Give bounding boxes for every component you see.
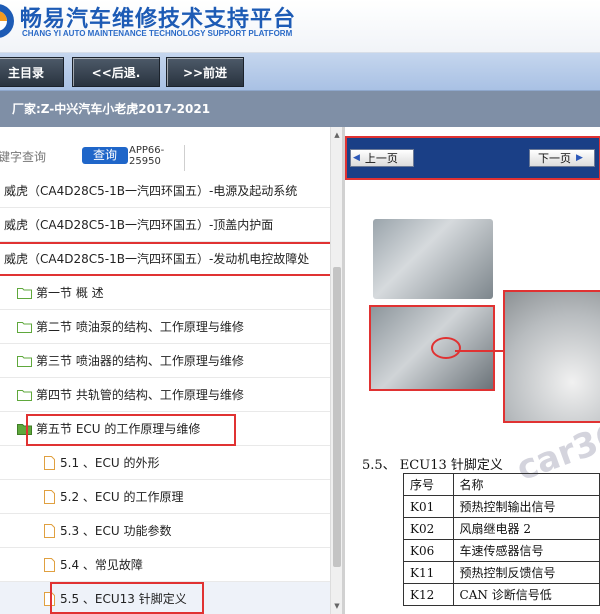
- tree-item-label: 第二节 喷油泵的结构、工作原理与维修: [36, 320, 244, 334]
- tree-page-3[interactable]: 5.3 、ECU 功能参数: [0, 514, 330, 548]
- page-navigation: ◀ 上一页 下一页 ▶: [346, 137, 600, 179]
- manufacturer-label: 厂家:Z-中兴汽车小老虎2017-2021: [12, 102, 211, 116]
- tree-folder-3[interactable]: 第三节 喷油器的结构、工作原理与维修: [0, 344, 330, 378]
- tree-folder-5[interactable]: 第五节 ECU 的工作原理与维修: [0, 412, 330, 446]
- tree-item-label: 威虎（CA4D28C5-1B一汽四环国五）-电源及起动系统: [4, 184, 298, 198]
- prev-arrow-icon: ◀: [353, 153, 360, 163]
- document-icon: [44, 591, 55, 606]
- ecu-closeup-photo: [503, 290, 600, 423]
- table-row: K01 预热控制输出信号: [403, 495, 600, 518]
- home-button[interactable]: 主目录: [0, 57, 64, 87]
- tree-item-label: 5.2 、ECU 的工作原理: [60, 490, 184, 504]
- folder-icon: [17, 321, 32, 333]
- pin-table: 序号 名称 K01 预热控制输出信号 K02 风扇继电器 2 K06 车速传感器…: [403, 473, 600, 606]
- tree-item-label: 威虎（CA4D28C5-1B一汽四环国五）-顶盖内护面: [4, 218, 274, 232]
- brand-logo-icon: [0, 4, 14, 38]
- table-row: K12 CAN 诊断信号低: [403, 583, 600, 606]
- catalog-panel: 关键字查询 查询 APP66- 25950 威虎（CA4D28C5-1B一汽四环…: [0, 127, 342, 614]
- forward-button[interactable]: >>前进: [166, 57, 244, 87]
- divider: [184, 145, 185, 171]
- tree-page-5-selected[interactable]: 5.5 、ECU13 针脚定义: [0, 582, 330, 614]
- next-arrow-icon: ▶: [576, 153, 583, 163]
- tree-item-label: 第四节 共轨管的结构、工作原理与维修: [36, 388, 244, 402]
- tree-page-1[interactable]: 5.1 、ECU 的外形: [0, 446, 330, 480]
- app-window: 畅易汽车维修技术支持平台 CHANG YI AUTO MAINTENANCE T…: [0, 0, 600, 614]
- tree-item-label: 第三节 喷油器的结构、工作原理与维修: [36, 354, 244, 368]
- tree-page-2[interactable]: 5.2 、ECU 的工作原理: [0, 480, 330, 514]
- table-row: K11 预热控制反馈信号: [403, 561, 600, 584]
- folder-icon: [17, 355, 32, 367]
- tree-item[interactable]: 威虎（CA4D28C5-1B一汽四环国五）-顶盖内护面: [0, 208, 330, 242]
- search-button[interactable]: 查询: [82, 147, 128, 164]
- table-row: K02 风扇继电器 2: [403, 517, 600, 540]
- manufacturer-bar: 厂家:Z-中兴汽车小老虎2017-2021: [0, 91, 600, 127]
- section-title: 5.5、 ECU13 针脚定义: [362, 458, 503, 473]
- tree-item[interactable]: 威虎（CA4D28C5-1B一汽四环国五）-电源及起动系统: [0, 174, 330, 208]
- prev-page-button[interactable]: ◀ 上一页: [350, 149, 414, 167]
- next-page-button[interactable]: 下一页 ▶: [529, 149, 595, 167]
- scrollbar-thumb[interactable]: [333, 267, 341, 567]
- folder-icon: [17, 287, 32, 299]
- search-row: 关键字查询 查询 APP66- 25950: [0, 137, 330, 171]
- header: 畅易汽车维修技术支持平台 CHANG YI AUTO MAINTENANCE T…: [0, 0, 600, 53]
- tree-item-label: 5.5 、ECU13 针脚定义: [60, 592, 187, 606]
- nav-bar: 主目录 <<后退. >>前进: [0, 53, 600, 91]
- tree-page-4[interactable]: 5.4 、常见故障: [0, 548, 330, 582]
- tree-item-label: 威虎（CA4D28C5-1B一汽四环国五）-发动机电控故障处: [4, 252, 310, 266]
- document-icon: [44, 557, 55, 572]
- tree-item-label: 5.1 、ECU 的外形: [60, 456, 160, 470]
- table-row: K06 车速传感器信号: [403, 539, 600, 562]
- ecu-photo: [373, 219, 493, 299]
- document-icon: [44, 523, 55, 538]
- back-button[interactable]: <<后退.: [72, 57, 160, 87]
- brand-subtitle: CHANG YI AUTO MAINTENANCE TECHNOLOGY SUP…: [22, 29, 293, 38]
- tree-item-label: 5.3 、ECU 功能参数: [60, 524, 172, 538]
- tree-item-label: 第五节 ECU 的工作原理与维修: [36, 422, 201, 436]
- tree-folder-4[interactable]: 第四节 共轨管的结构、工作原理与维修: [0, 378, 330, 412]
- callout-circle: [431, 337, 461, 359]
- app-id: APP66- 25950: [129, 145, 165, 167]
- folder-icon: [17, 389, 32, 401]
- tree-item-label: 第一节 概 述: [36, 286, 104, 300]
- ecu-photo-detail: [369, 305, 495, 391]
- search-input[interactable]: 关键字查询: [0, 148, 46, 165]
- table-header-row: 序号 名称: [403, 473, 600, 496]
- folder-open-icon: [17, 423, 32, 435]
- document-icon: [44, 489, 55, 504]
- tree-folder-2[interactable]: 第二节 喷油泵的结构、工作原理与维修: [0, 310, 330, 344]
- document-viewer: ◀ 上一页 下一页 ▶ car36 5.5、 ECU13 针脚定义 序号 名称 …: [342, 127, 600, 614]
- tree-folder-1[interactable]: 第一节 概 述: [0, 276, 330, 310]
- tree-item[interactable]: 威虎（CA4D28C5-1B一汽四环国五）-发动机电控故障处: [0, 242, 330, 276]
- scrollbar[interactable]: ▲ ▼: [330, 127, 342, 614]
- document-icon: [44, 455, 55, 470]
- tree-item-label: 5.4 、常见故障: [60, 558, 143, 572]
